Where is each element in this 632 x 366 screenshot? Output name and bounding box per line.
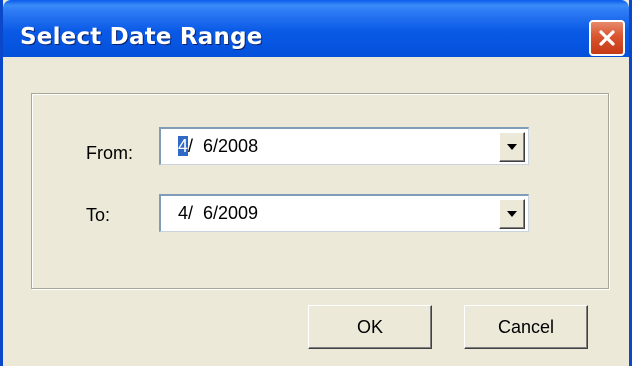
chevron-down-icon	[507, 144, 517, 150]
from-date-value: 4/ 6/2008	[178, 136, 258, 157]
to-label: To:	[86, 205, 111, 225]
ok-button[interactable]: OK	[308, 305, 432, 349]
from-date-picker[interactable]: 4/ 6/2008	[159, 127, 529, 165]
select-date-range-dialog: Select Date Range From: 4/ 6/2008 To: 4/…	[0, 0, 632, 366]
from-label: From:	[86, 143, 133, 163]
close-icon	[599, 30, 615, 46]
dialog-title: Select Date Range	[20, 24, 263, 50]
close-button[interactable]	[589, 20, 625, 56]
from-dropdown-button[interactable]	[499, 132, 525, 162]
dialog-client-area: From: 4/ 6/2008 To: 4/ 6/2009 OK Cancel	[3, 57, 629, 366]
from-date-rest: / 6/2008	[188, 136, 259, 156]
to-date-picker[interactable]: 4/ 6/2009	[159, 194, 529, 232]
date-range-group	[31, 93, 609, 289]
chevron-down-icon	[507, 211, 517, 217]
from-month-segment[interactable]: 4	[178, 136, 189, 156]
to-dropdown-button[interactable]	[499, 199, 525, 229]
cancel-button[interactable]: Cancel	[464, 305, 588, 349]
to-date-value: 4/ 6/2009	[178, 203, 259, 223]
